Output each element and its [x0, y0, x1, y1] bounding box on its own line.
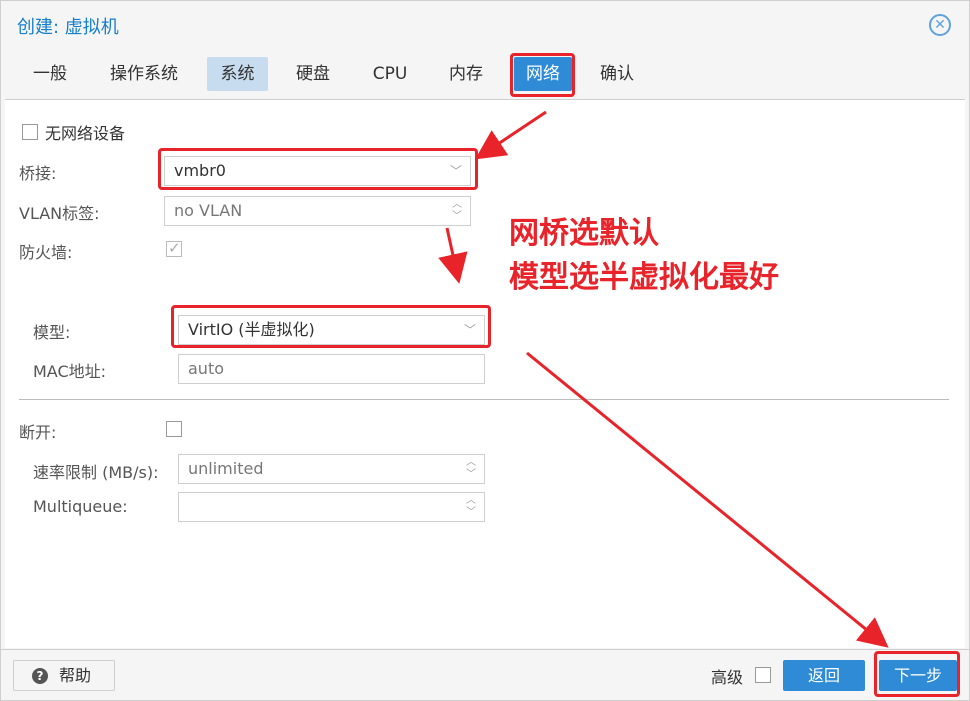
arrow-to-next [526, 351, 889, 648]
arrow-to-model [438, 227, 468, 284]
annotation-arrows [438, 110, 889, 648]
arrow-to-bridge [475, 110, 547, 160]
